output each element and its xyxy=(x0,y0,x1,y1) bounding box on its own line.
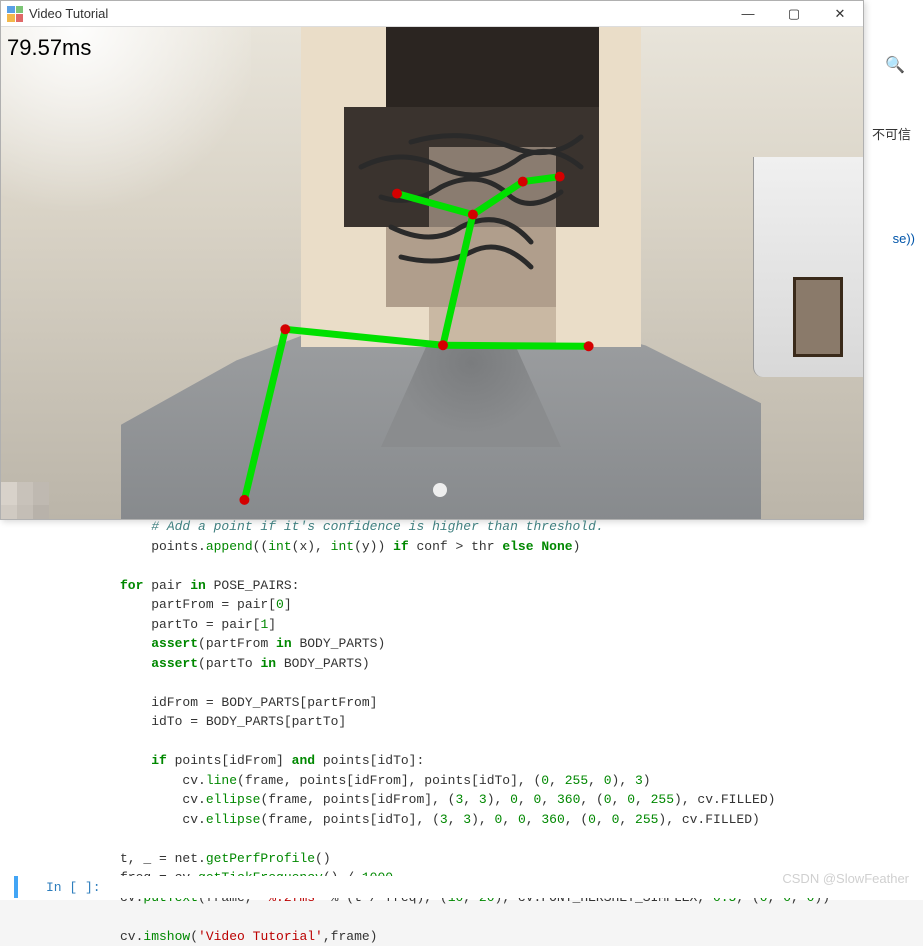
titlebar[interactable]: Video Tutorial — ▢ ✕ xyxy=(1,1,863,27)
cell-prompt: In [ ]: xyxy=(46,880,101,895)
search-icon[interactable]: 🔍 xyxy=(885,55,905,75)
jupyter-cell[interactable]: In [ ]: xyxy=(14,876,894,898)
pose-skeleton xyxy=(1,27,863,519)
watermark: CSDN @SlowFeather xyxy=(782,871,909,886)
minimize-button[interactable]: — xyxy=(725,1,771,26)
partial-code-text: se)) xyxy=(893,231,915,246)
video-window: Video Tutorial — ▢ ✕ 79.57ms xyxy=(0,0,864,520)
close-button[interactable]: ✕ xyxy=(817,1,863,26)
timing-overlay: 79.57ms xyxy=(7,35,91,61)
app-icon xyxy=(7,6,23,22)
video-canvas: 79.57ms xyxy=(1,27,863,519)
window-title: Video Tutorial xyxy=(29,6,725,21)
maximize-button[interactable]: ▢ xyxy=(771,1,817,26)
untrusted-label: 不可信 xyxy=(868,122,915,145)
